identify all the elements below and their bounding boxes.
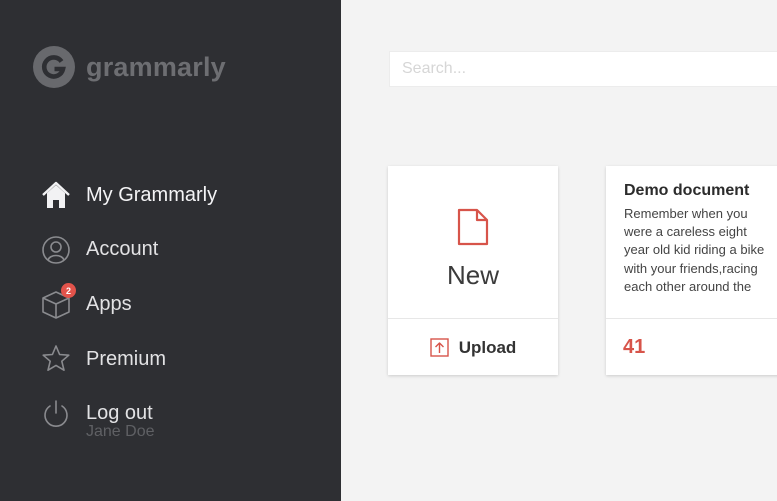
sidebar-item-my-grammarly[interactable]: My Grammarly bbox=[40, 168, 217, 223]
sidebar-item-label: Premium bbox=[86, 347, 167, 370]
document-title: Demo document bbox=[624, 182, 750, 199]
sidebar: grammarly My Grammarly Account 2 Apps Pr… bbox=[0, 0, 341, 501]
power-icon bbox=[40, 398, 72, 430]
apps-count-badge: 2 bbox=[61, 283, 76, 299]
upload-label: Upload bbox=[458, 337, 517, 357]
document-excerpt: Remember when you were a careless eight … bbox=[624, 206, 765, 294]
upload-icon bbox=[429, 338, 449, 357]
search-input[interactable] bbox=[390, 52, 777, 86]
sidebar-item-label: Log out bbox=[86, 402, 153, 425]
logo[interactable]: grammarly bbox=[32, 45, 226, 89]
new-document-button[interactable]: New bbox=[388, 166, 558, 318]
sidebar-item-label: Apps bbox=[86, 292, 132, 315]
sidebar-nav: My Grammarly Account 2 Apps Premium Log … bbox=[40, 168, 217, 441]
logo-text: grammarly bbox=[86, 51, 226, 82]
sidebar-item-label: My Grammarly bbox=[86, 183, 218, 206]
box-icon: 2 bbox=[40, 283, 76, 320]
document-score: 41 bbox=[623, 336, 646, 358]
new-document-card: New Upload bbox=[388, 166, 558, 375]
home-icon bbox=[40, 179, 72, 211]
sidebar-item-apps[interactable]: 2 Apps bbox=[40, 277, 217, 332]
star-icon bbox=[40, 343, 72, 375]
grammarly-logo-icon bbox=[33, 46, 75, 88]
sidebar-item-premium[interactable]: Premium bbox=[40, 332, 217, 387]
document-footer: 41 bbox=[606, 318, 777, 376]
document-preview[interactable]: Demo document Remember when you were a c… bbox=[606, 166, 777, 318]
new-label: New bbox=[446, 260, 499, 290]
new-document-icon bbox=[457, 208, 489, 246]
sidebar-item-label: Account bbox=[86, 238, 159, 261]
user-name: Jane Doe bbox=[86, 423, 155, 440]
upload-button[interactable]: Upload bbox=[388, 318, 558, 376]
user-icon bbox=[40, 234, 72, 266]
document-card[interactable]: Demo document Remember when you were a c… bbox=[606, 166, 777, 375]
search-box bbox=[389, 51, 777, 87]
sidebar-item-account[interactable]: Account bbox=[40, 223, 217, 278]
